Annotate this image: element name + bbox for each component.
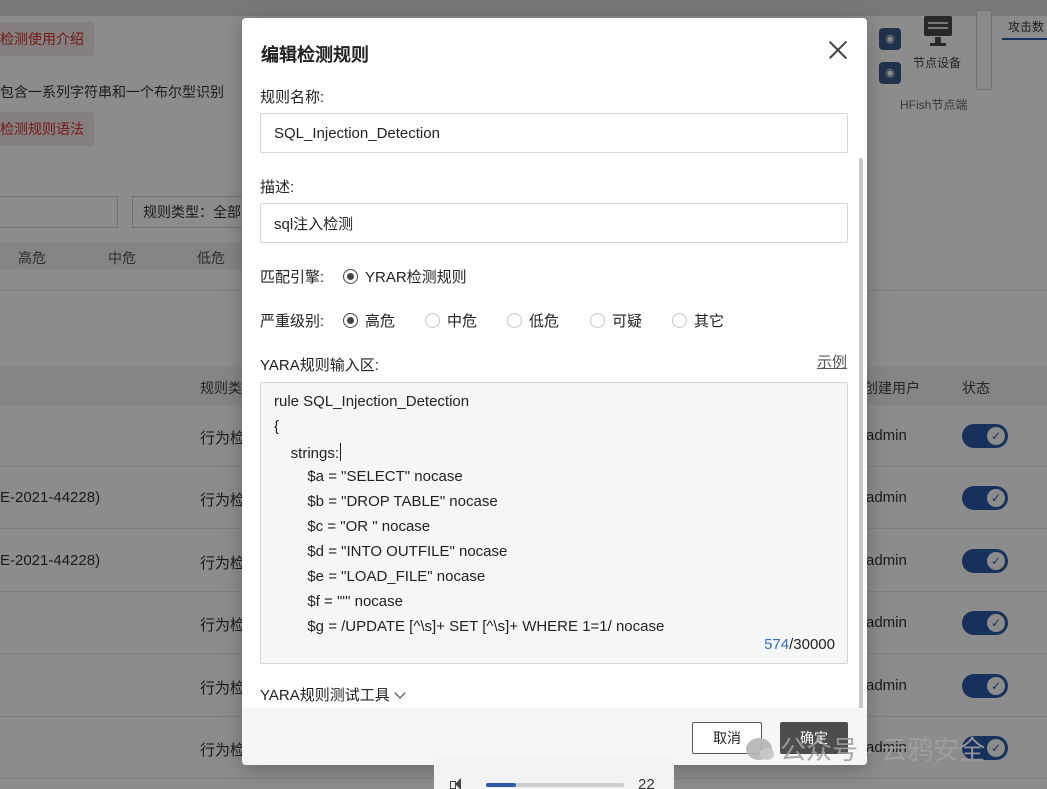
rule-name-input[interactable] [260,113,848,153]
code-line: $c = "OR " nocase [274,518,431,535]
severity-label: 严重级别: [260,313,325,330]
rule-name-label: 规则名称: [260,89,325,106]
code-line: rule SQL_Injection_Detection [274,393,470,410]
description-label: 描述: [260,179,295,196]
severity-option-label: 可疑 [612,313,643,330]
code-line: { [274,418,280,435]
radio-dot [672,313,687,328]
char-limit: /30000 [789,636,835,653]
watermark-text: 公众号 · 云鸦安全 [780,735,986,765]
description-input[interactable] [260,203,848,243]
radio-dot [590,313,605,328]
chevron-down-icon [394,687,406,699]
engine-label: 匹配引擎: [260,269,325,286]
yara-input-label: YARA规则输入区: [260,357,379,374]
radio-dot [343,313,358,328]
yara-rule-editor[interactable]: rule SQL_Injection_Detection { strings: … [260,382,848,664]
volume-icon[interactable] [450,778,464,789]
severity-radio-medium[interactable]: 中危 [425,310,477,331]
code-line: $g = /UPDATE [^\s]+ SET [^\s]+ WHERE 1=1… [274,618,665,635]
severity-radio-high[interactable]: 高危 [343,310,395,331]
severity-radio-suspicious[interactable]: 可疑 [590,310,642,331]
char-counter: 574/30000 [764,636,835,653]
close-icon[interactable] [826,38,850,62]
engine-option-label: YRAR检测规则 [365,269,467,286]
char-count: 574 [764,636,790,653]
severity-option-label: 中危 [447,313,478,330]
text-caret [340,443,342,461]
wechat-logo-icon [746,737,774,760]
severity-option-label: 低危 [529,313,560,330]
volume-slider[interactable] [486,783,624,787]
code-line: strings: [274,443,342,462]
code-line: $d = "INTO OUTFILE" nocase [274,543,508,560]
severity-option-label: 其它 [694,313,725,330]
engine-radio-yara[interactable]: YRAR检测规则 [343,266,467,287]
severity-option-label: 高危 [365,313,396,330]
code-line: $e = "LOAD_FILE" nocase [274,568,486,585]
test-tool-toggle[interactable]: YARA规则测试工具 [260,684,406,705]
radio-dot [425,313,440,328]
media-player-bar: 22 [434,756,674,789]
watermark: 公众号 · 云鸦安全 [746,730,985,767]
example-link[interactable]: 示例 [817,351,847,372]
severity-radio-low[interactable]: 低危 [507,310,559,331]
radio-dot [343,269,358,284]
test-tool-label: YARA规则测试工具 [260,687,390,704]
volume-value: 22 [638,776,655,789]
code-line: $f = "'" nocase [274,593,403,610]
dialog-title: 编辑检测规则 [261,45,369,65]
radio-dot [507,313,522,328]
edit-rule-dialog: 编辑检测规则 规则名称: 描述: 匹配引擎: YRAR检测规则 严重级别: 高危… [242,18,867,765]
volume-fill [486,783,517,787]
code-line: $a = "SELECT" nocase [274,468,463,485]
severity-radio-other[interactable]: 其它 [672,310,724,331]
code-line: $b = "DROP TABLE" nocase [274,493,498,510]
dialog-scrollbar[interactable] [859,158,863,723]
